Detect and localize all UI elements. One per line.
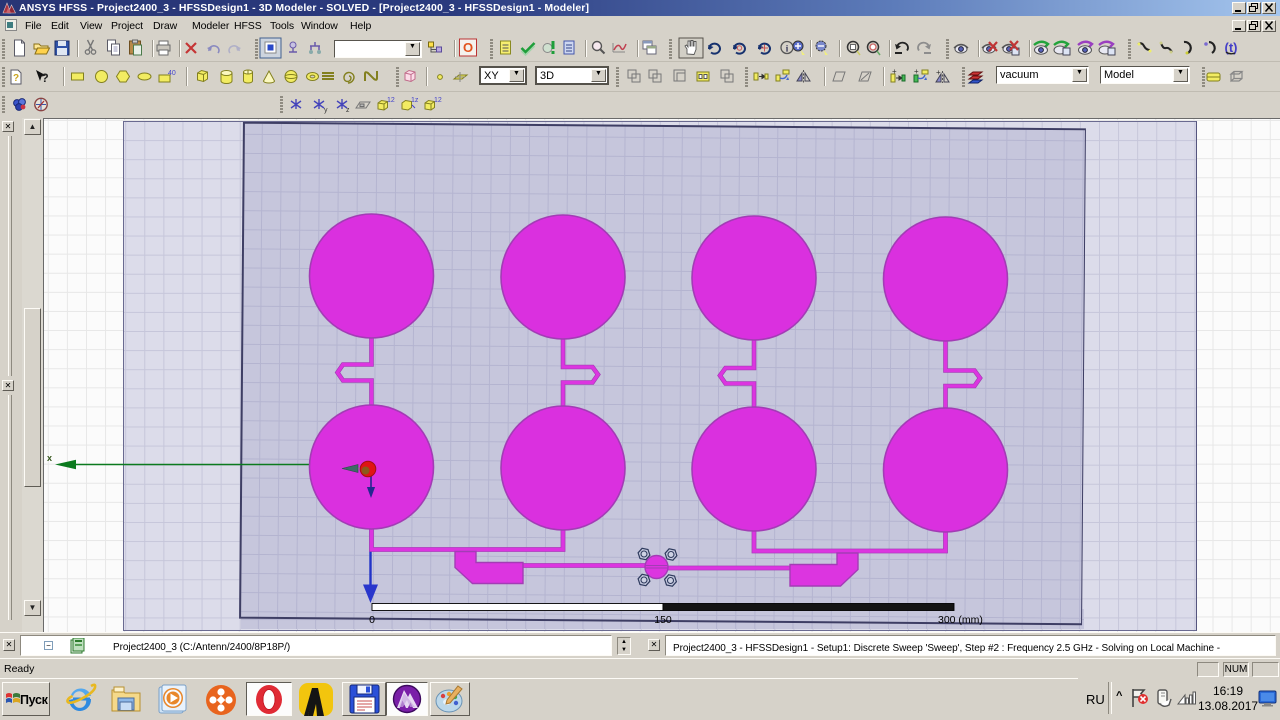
- svg-text:12: 12: [434, 97, 442, 104]
- svg-text:y: y: [324, 107, 328, 114]
- svg-text:1z: 1z: [411, 97, 419, 104]
- svg-text:12: 12: [387, 97, 395, 104]
- svg-text:+: +: [892, 67, 897, 76]
- svg-text:z: z: [346, 107, 350, 114]
- svg-text:40: 40: [168, 70, 176, 77]
- svg-text:?: ?: [13, 73, 19, 84]
- svg-text:?: ?: [41, 71, 48, 85]
- svg-text:+: +: [914, 67, 919, 76]
- svg-text:O: O: [463, 40, 473, 55]
- svg-text:i: i: [786, 44, 789, 54]
